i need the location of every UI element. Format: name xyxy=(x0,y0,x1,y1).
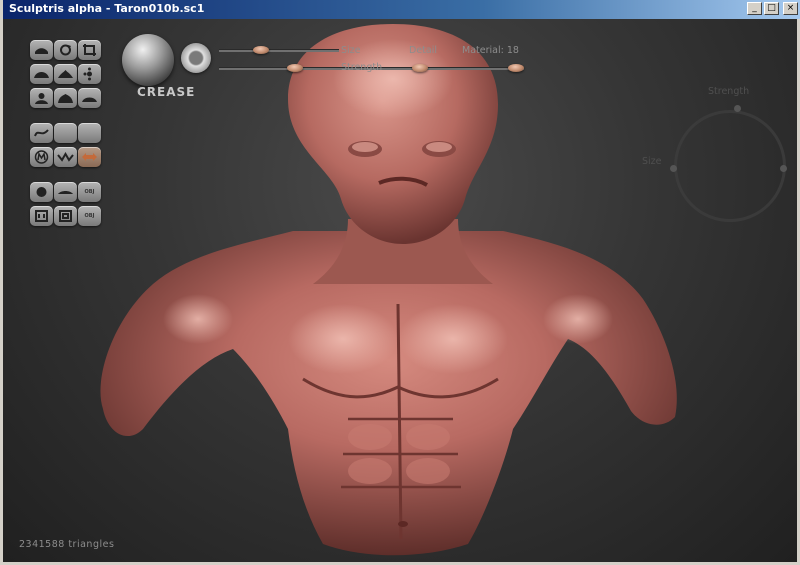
open-icon[interactable] xyxy=(30,206,53,226)
obj-label: OBJ xyxy=(84,189,95,195)
inflate-icon[interactable] xyxy=(30,64,53,84)
minimize-button[interactable]: _ xyxy=(747,2,762,15)
strength-slider-knob[interactable] xyxy=(287,64,303,72)
dial-right-handle[interactable] xyxy=(780,165,787,172)
export-obj-icon[interactable]: OBJ xyxy=(78,182,101,202)
sculpted-model xyxy=(100,24,677,556)
brush-name: CREASE xyxy=(137,85,196,99)
grab-icon[interactable] xyxy=(78,64,101,84)
save-icon[interactable] xyxy=(54,206,77,226)
pinch-icon[interactable] xyxy=(54,64,77,84)
smooth-icon[interactable] xyxy=(54,88,77,108)
close-button[interactable]: × xyxy=(783,2,798,15)
dial-size-label: Size xyxy=(642,156,662,167)
wave-icon[interactable] xyxy=(54,147,77,167)
curve-icon[interactable] xyxy=(30,123,53,143)
draw-icon[interactable] xyxy=(30,40,53,60)
size-slider-knob[interactable] xyxy=(253,46,269,54)
dial-strength-handle[interactable] xyxy=(734,105,741,112)
layer-icon[interactable] xyxy=(78,88,101,108)
obj-label: OBJ xyxy=(84,213,95,219)
size-label: Size xyxy=(341,45,361,56)
rotate-icon[interactable] xyxy=(54,40,77,60)
falloff-icon[interactable] xyxy=(181,43,211,73)
dial-strength-label: Strength xyxy=(708,86,750,97)
size-slider-track[interactable] xyxy=(219,49,339,52)
maximize-button[interactable]: □ xyxy=(764,2,779,15)
wireframe-toggle-icon[interactable] xyxy=(78,147,101,167)
plane-icon[interactable] xyxy=(54,182,77,202)
triangle-count: 2341588 triangles xyxy=(19,539,115,550)
detail-slider-knob[interactable] xyxy=(412,64,428,72)
blank-tool-2[interactable] xyxy=(78,123,101,143)
import-obj-icon[interactable]: OBJ xyxy=(78,206,101,226)
strength-label: Strength xyxy=(341,62,383,73)
brush-preview[interactable] xyxy=(122,34,174,86)
title-bar[interactable]: Sculptris alpha - Taron010b.sc1 _ □ × xyxy=(3,0,800,19)
brush-dial[interactable] xyxy=(674,110,786,222)
detail-label: Detail xyxy=(409,45,437,56)
sphere-icon[interactable] xyxy=(30,182,53,202)
window-controls: _ □ × xyxy=(747,2,798,15)
sculpt-viewport[interactable]: OBJ OBJ CREASE Size Detail Material: 18 … xyxy=(3,19,797,562)
dial-size-handle[interactable] xyxy=(670,165,677,172)
flatten-icon[interactable] xyxy=(30,88,53,108)
app-window: Sculptris alpha - Taron010b.sc1 _ □ × OB… xyxy=(0,0,800,565)
material-slider-knob[interactable] xyxy=(508,64,524,72)
crop-icon[interactable] xyxy=(78,40,101,60)
material-label: Material: 18 xyxy=(462,45,519,56)
symmetry-icon[interactable] xyxy=(30,147,53,167)
window-title: Sculptris alpha - Taron010b.sc1 xyxy=(9,2,205,15)
blank-tool-1[interactable] xyxy=(54,123,77,143)
